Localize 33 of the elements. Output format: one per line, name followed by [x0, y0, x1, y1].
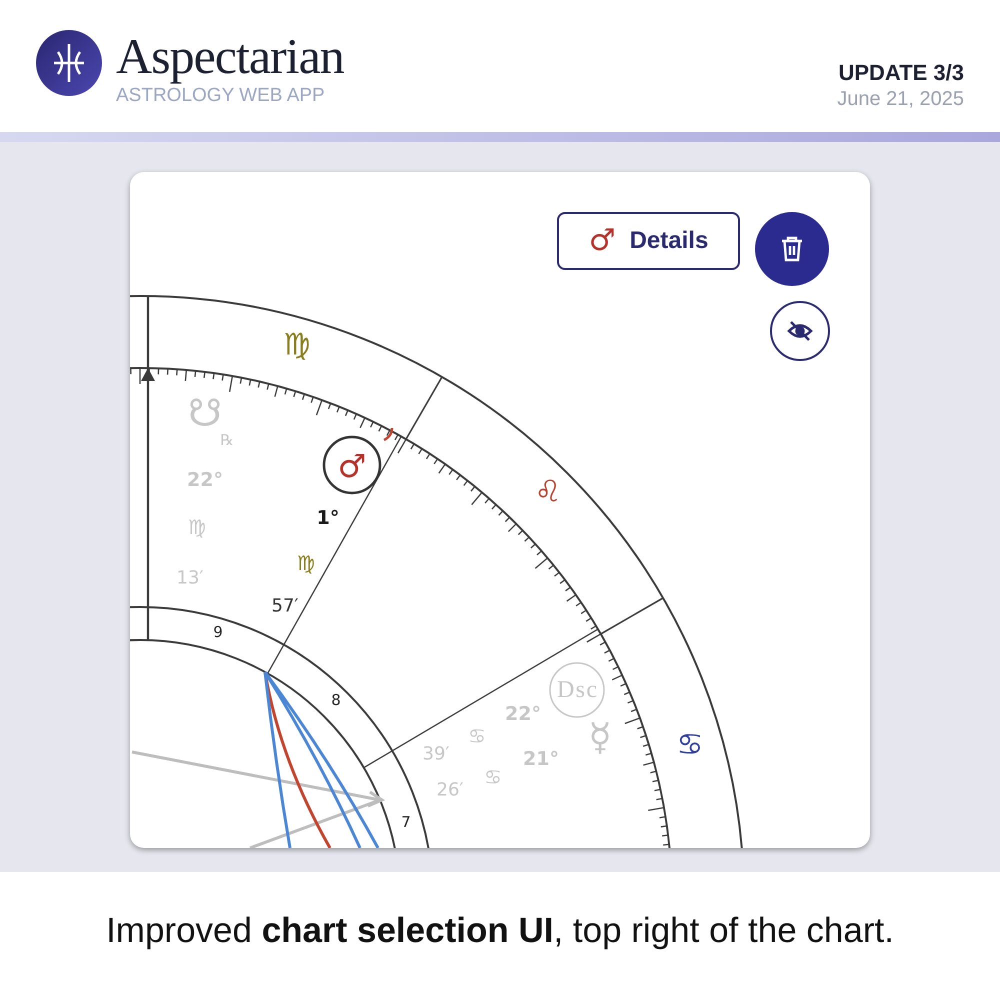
zodiac-sign: ♌	[534, 474, 562, 510]
position-mark	[383, 428, 394, 442]
app-subtitle: ASTROLOGY WEB APP	[116, 84, 326, 108]
house-number: 7	[401, 813, 411, 831]
details-button[interactable]: ♂ Details	[557, 212, 740, 270]
selection-ring[interactable]	[322, 436, 382, 494]
sign-glyph: ♋	[484, 765, 502, 789]
logo-icon	[36, 30, 102, 96]
minutes-label: 39′	[422, 744, 450, 764]
degree-label: 22°	[187, 469, 223, 491]
update-label: UPDATE 3/3	[838, 60, 964, 86]
retrograde-mark: ℞	[220, 431, 234, 449]
degree-label: 22°	[505, 703, 541, 725]
trash-icon	[780, 236, 804, 262]
update-date: June 21, 2025	[837, 87, 964, 112]
minutes-label: 26′	[436, 780, 464, 800]
zodiac-sign: ♍	[284, 328, 310, 362]
house-number: 9	[213, 623, 223, 641]
degree-label: 1°	[316, 507, 340, 529]
zodiac-sign: ♋	[676, 728, 704, 762]
app-title: Aspectarian	[116, 30, 344, 82]
planet-glyph[interactable]: ♂	[338, 447, 366, 485]
eye-off-icon	[787, 320, 813, 342]
angle-label: Dsc	[557, 677, 597, 703]
sign-glyph: ♍	[297, 551, 315, 575]
sign-glyph: ♋	[468, 724, 486, 748]
degree-label: 21°	[523, 748, 559, 770]
house-number: 8	[331, 691, 341, 709]
caption-text: Improved chart selection UI, top right of the chart.	[106, 910, 894, 952]
sign-glyph: ♍	[188, 515, 206, 539]
minutes-label: 13′	[176, 568, 204, 588]
minutes-label: 57′	[272, 596, 298, 616]
angle-marker	[549, 662, 605, 718]
